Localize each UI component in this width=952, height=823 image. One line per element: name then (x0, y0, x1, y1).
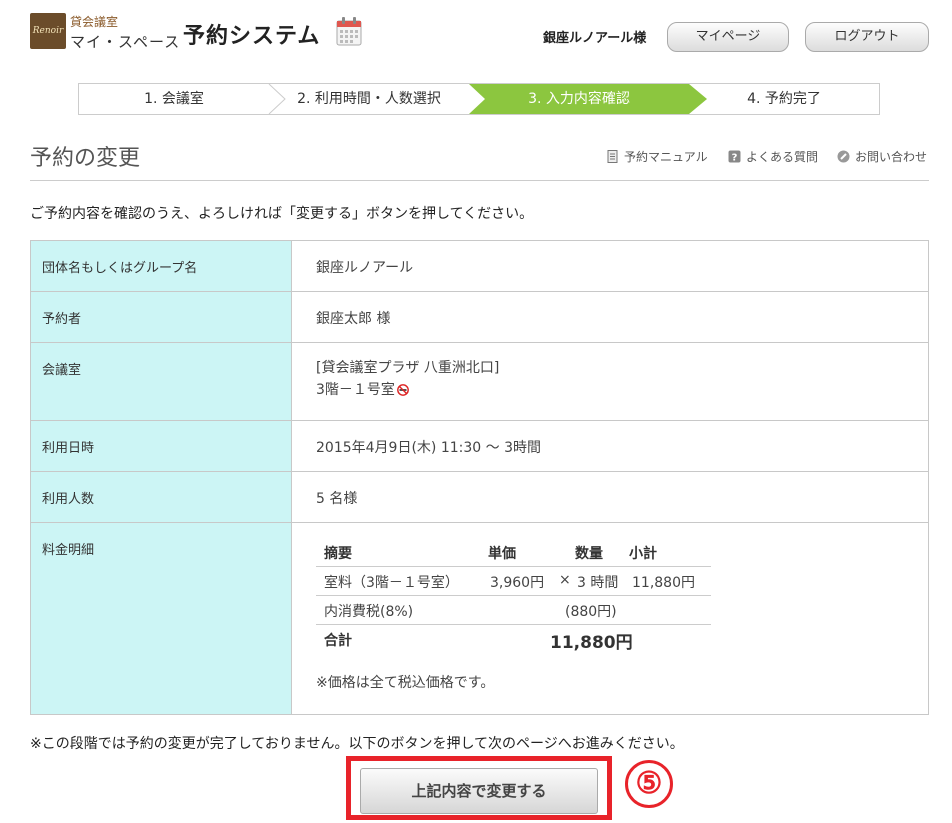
room-number: 3階－１号室 (316, 382, 395, 398)
table-row: 会議室 [貸会議室プラザ 八重洲北口] 3階－１号室 (30, 342, 929, 421)
room-label: 会議室 (30, 342, 292, 421)
step-arrow-in-icon (469, 84, 485, 114)
fee-header-row: 摘要 単価 数量 小計 (316, 538, 711, 567)
fee-total-label: 合計 (324, 633, 352, 649)
fee-total-amount: 11,880円 (550, 633, 633, 653)
question-icon: ? (728, 150, 741, 163)
brand-logo[interactable]: Renoir (30, 13, 66, 49)
pencil-circle-icon (837, 150, 850, 163)
fee-room-times: × (559, 572, 571, 588)
logout-button[interactable]: ログアウト (805, 22, 929, 52)
logo-name: マイ・スペース (70, 33, 181, 51)
submit-change-button[interactable]: 上記内容で変更する (360, 768, 598, 814)
table-row: 予約者 銀座太郎 様 (30, 291, 929, 343)
fee-room-summary: 室料（3階－１号室） (324, 575, 459, 591)
instruction-text: ご予約内容を確認のうえ、よろしければ「変更する」ボタンを押してください。 (30, 206, 534, 222)
document-icon (607, 150, 618, 163)
fee-total-row: 合計 11,880円 (316, 625, 711, 654)
logo-category: 貸会議室 (70, 15, 119, 29)
fee-header-subtotal: 小計 (629, 546, 657, 562)
room-value: [貸会議室プラザ 八重洲北口] 3階－１号室 (291, 342, 929, 421)
fee-note: ※価格は全て税込価格です。 (316, 675, 495, 691)
table-row: 利用日時 2015年4月9日(木) 11:30 ～ 3時間 (30, 420, 929, 472)
step-number-badge: ⑤ (625, 760, 673, 808)
people-label: 利用人数 (30, 471, 292, 523)
group-label: 団体名もしくはグループ名 (30, 240, 292, 292)
manual-link[interactable]: 予約マニュアル (606, 148, 708, 165)
svg-text:?: ? (732, 153, 738, 164)
faq-link[interactable]: ? よくある質問 (728, 148, 818, 165)
header: Renoir 貸会議室 マイ・スペース 予約システム 銀座ルノアール様 マイペー… (0, 0, 952, 66)
fee-header-quantity: 数量 (575, 546, 603, 562)
fee-room-row: 室料（3階－１号室） 3,960円 × 3 時間 11,880円 (316, 567, 711, 596)
manual-link-label: 予約マニュアル (624, 150, 708, 164)
step-2: 2. 利用時間・人数選択 (297, 91, 441, 107)
contact-link-label: お問い合わせ (855, 150, 928, 164)
fee-tax-row: 内消費税(8%) (880円) (316, 596, 711, 625)
step-3-active: 3. 入力内容確認 (469, 84, 689, 114)
date-label: 利用日時 (30, 420, 292, 472)
system-title: 予約システム (183, 24, 321, 49)
people-value: 5 名様 (291, 471, 929, 523)
reservation-details-table: 団体名もしくはグループ名 銀座ルノアール 予約者 銀座太郎 様 会議室 [貸会議… (30, 240, 929, 715)
room-number-line: 3階－１号室 (316, 379, 928, 401)
fee-breakdown: 摘要 単価 数量 小計 室料（3階－１号室） 3,960円 × 3 時間 11,… (316, 538, 711, 654)
fee-header-unit-price: 単価 (488, 546, 516, 562)
fee-room-unit-price: 3,960円 (490, 575, 545, 591)
page-title: 予約の変更 (30, 146, 141, 171)
no-smoking-icon (397, 384, 409, 396)
progress-steps: 1. 会議室 2. 利用時間・人数選択 3. 入力内容確認 4. 予約完了 (78, 83, 880, 115)
fee-room-subtotal: 11,880円 (632, 575, 695, 591)
calendar-icon (336, 17, 362, 46)
fee-label: 料金明細 (30, 522, 292, 715)
table-row: 団体名もしくはグループ名 銀座ルノアール (30, 240, 929, 292)
step-1: 1. 会議室 (144, 91, 204, 107)
fee-header-summary: 摘要 (324, 546, 352, 562)
date-value: 2015年4月9日(木) 11:30 ～ 3時間 (291, 420, 929, 472)
fee-tax-amount: (880円) (565, 604, 617, 620)
room-location: [貸会議室プラザ 八重洲北口] (316, 360, 500, 376)
divider (30, 180, 929, 181)
step-4: 4. 予約完了 (747, 91, 821, 107)
booker-value: 銀座太郎 様 (291, 291, 929, 343)
group-value: 銀座ルノアール (291, 240, 929, 292)
fee-tax-summary: 内消費税(8%) (324, 604, 414, 620)
user-name: 銀座ルノアール様 (543, 31, 647, 46)
fee-room-quantity: 3 時間 (577, 575, 619, 591)
notice-text: ※この段階では予約の変更が完了しておりません。以下のボタンを押して次のページへお… (30, 736, 684, 752)
booker-label: 予約者 (30, 291, 292, 343)
table-row: 料金明細 摘要 単価 数量 小計 室料（3階－１号室） 3,960円 × 3 時… (30, 522, 929, 715)
contact-link[interactable]: お問い合わせ (837, 148, 927, 165)
fee-cell: 摘要 単価 数量 小計 室料（3階－１号室） 3,960円 × 3 時間 11,… (291, 522, 929, 715)
faq-link-label: よくある質問 (746, 150, 819, 164)
mypage-button[interactable]: マイページ (667, 22, 789, 52)
table-row: 利用人数 5 名様 (30, 471, 929, 523)
